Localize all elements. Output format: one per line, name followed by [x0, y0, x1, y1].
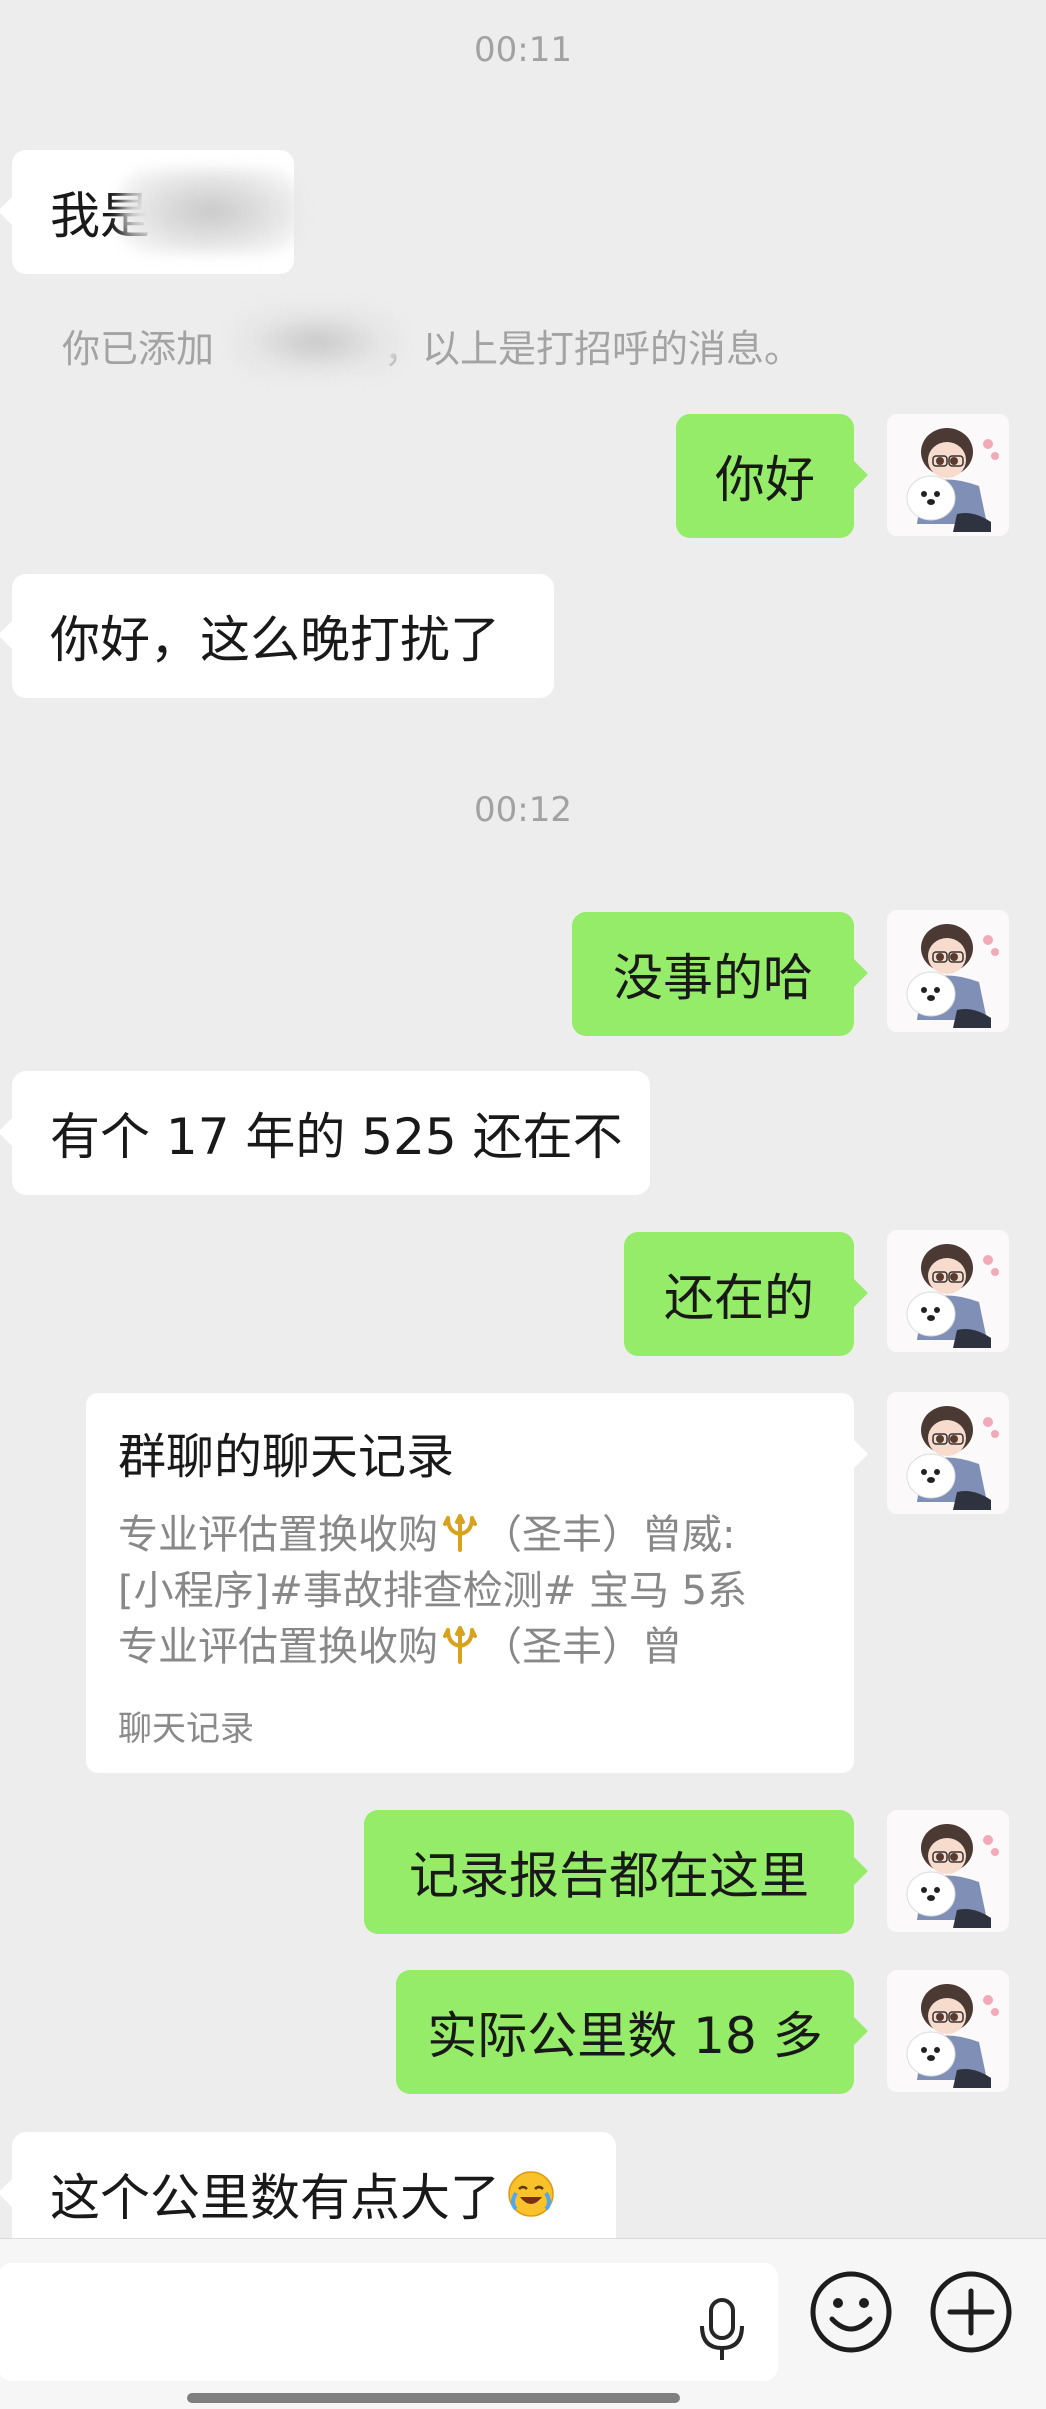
message-text: 有个 17 年的 525 还在不	[50, 1108, 623, 1166]
message-text: 没事的哈	[613, 949, 813, 1007]
input-toolbar	[0, 2238, 1046, 2409]
user-avatar[interactable]	[887, 1230, 1009, 1352]
user-avatar[interactable]	[887, 414, 1009, 536]
message-text: 还在的	[664, 1269, 814, 1327]
incoming-message[interactable]: 你好，这么晚打扰了	[0, 574, 554, 698]
home-indicator[interactable]	[187, 2393, 680, 2403]
user-avatar[interactable]	[887, 1392, 1009, 1514]
timestamp: 00:12	[474, 790, 572, 830]
message-text: 这个公里数有点大了	[50, 2169, 500, 2227]
user-avatar[interactable]	[887, 1810, 1009, 1932]
system-notice-suffix: ，以上是打招呼的消息。	[384, 327, 803, 371]
message-text: 记录报告都在这里	[409, 1847, 809, 1905]
incoming-message[interactable]: 有个 17 年的 525 还在不	[0, 1071, 650, 1195]
card-line-text: （圣丰）曾威:	[482, 1512, 736, 1558]
timestamp: 00:11	[474, 30, 572, 70]
outgoing-message[interactable]: 记录报告都在这里	[364, 1810, 868, 1934]
outgoing-message[interactable]: 你好	[676, 414, 868, 538]
outgoing-message[interactable]: 实际公里数 18 多	[396, 1970, 868, 2094]
user-avatar[interactable]	[887, 910, 1009, 1032]
smiley-icon[interactable]	[808, 2269, 894, 2355]
redaction-blur	[232, 306, 402, 378]
message-text: 你好	[715, 451, 815, 509]
card-preview-line: [小程序]#事故排查检测# 宝马 5系	[118, 1568, 748, 1614]
card-preview-line: 专业评估置换收购 （圣丰）曾威:	[118, 1507, 818, 1563]
chat-record-card[interactable]: 群聊的聊天记录 专业评估置换收购 （圣丰）曾威: [小程序]#事故排查检测# 宝马…	[86, 1393, 868, 1773]
card-line-text: 专业评估置换收购	[118, 1624, 438, 1670]
outgoing-message[interactable]: 没事的哈	[572, 912, 868, 1036]
trident-emoji-icon	[443, 1514, 477, 1552]
microphone-icon[interactable]	[695, 2296, 749, 2366]
system-notice-prefix: 你已添加	[62, 327, 215, 371]
card-footer: 聊天记录	[118, 1709, 254, 1749]
outgoing-message[interactable]: 还在的	[624, 1232, 868, 1356]
redaction-blur	[120, 168, 300, 254]
system-notice: 你已添加 ，以上是打招呼的消息。	[62, 318, 802, 373]
plus-circle-icon[interactable]	[928, 2269, 1014, 2355]
card-preview-line: 专业评估置换收购 （圣丰）曾	[118, 1619, 818, 1675]
user-avatar[interactable]	[887, 1970, 1009, 2092]
trident-emoji-icon	[443, 1626, 477, 1664]
message-text: 你好，这么晚打扰了	[50, 611, 500, 669]
card-line-text: 专业评估置换收购	[118, 1512, 438, 1558]
message-text: 实际公里数 18 多	[427, 2007, 823, 2065]
message-input[interactable]	[0, 2263, 778, 2381]
crying-laughing-emoji-icon	[508, 2171, 554, 2217]
card-line-text: （圣丰）曾	[482, 1624, 682, 1670]
card-title: 群聊的聊天记录	[118, 1429, 455, 1485]
